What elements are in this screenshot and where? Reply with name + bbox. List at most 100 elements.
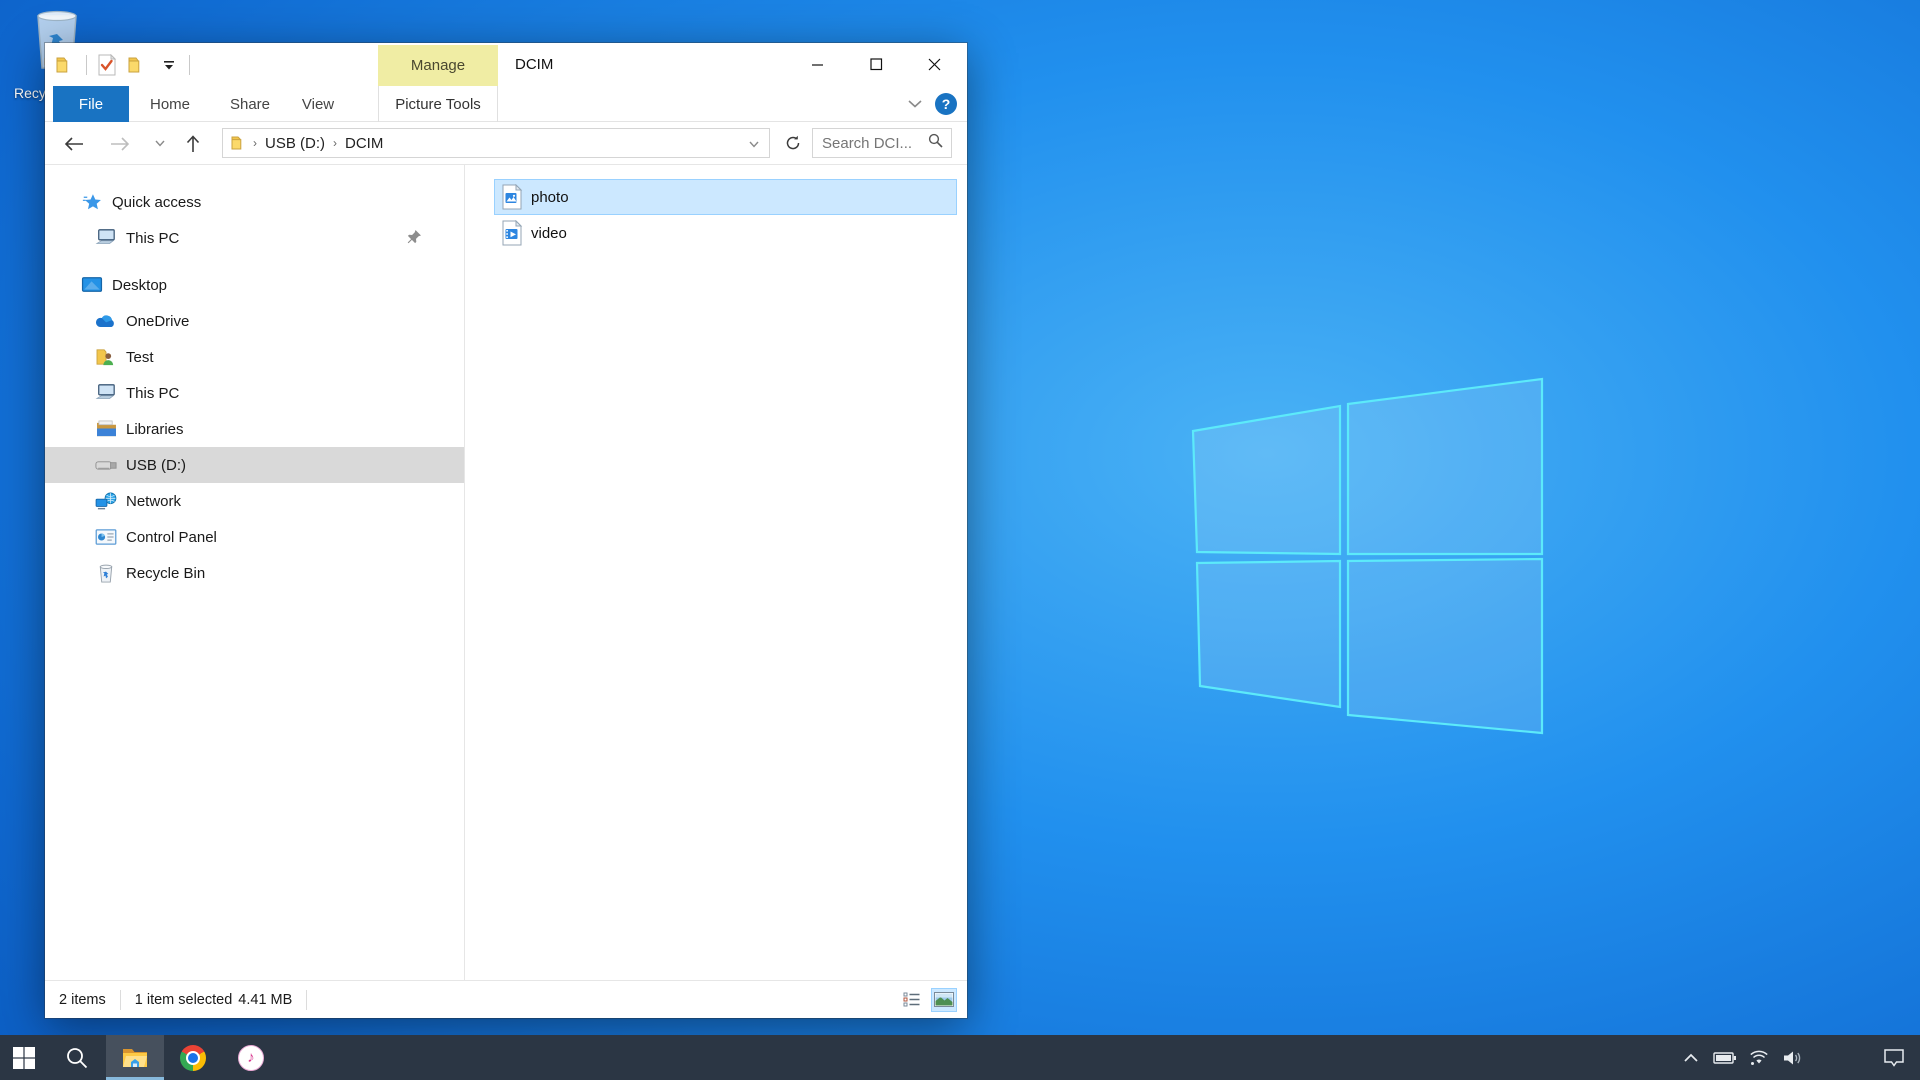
search-icon (65, 1046, 89, 1070)
taskbar-file-explorer-button[interactable] (106, 1035, 164, 1080)
sidebar-item-label: Network (126, 493, 181, 510)
explorer-content: Quick access This PC Desktop (45, 165, 967, 980)
taskbar-search-button[interactable] (48, 1035, 106, 1080)
sidebar-item-label: Control Panel (126, 529, 217, 546)
tab-home[interactable]: Home (141, 86, 199, 122)
file-explorer-icon (121, 1046, 149, 1070)
sidebar-item-recycle-bin[interactable]: Recycle Bin (45, 555, 464, 591)
onedrive-cloud-icon (95, 310, 117, 332)
minimize-button[interactable] (789, 43, 847, 86)
taskbar: ♪ (0, 1035, 1920, 1080)
maximize-button[interactable] (847, 43, 905, 86)
this-pc-icon (95, 227, 117, 249)
tray-expand-chevron-icon[interactable] (1674, 1035, 1708, 1080)
tab-share[interactable]: Share (217, 86, 283, 122)
manage-contextual-tab-header[interactable]: Manage (378, 45, 498, 86)
sidebar-item-quick-access[interactable]: Quick access (45, 184, 464, 220)
itunes-icon: ♪ (238, 1045, 264, 1071)
start-icon (12, 1046, 36, 1070)
system-tray (1674, 1035, 1920, 1080)
sidebar-item-label: This PC (126, 385, 179, 402)
quick-access-star-icon (81, 191, 103, 213)
details-view-button[interactable] (899, 988, 925, 1012)
action-center-icon[interactable] (1868, 1035, 1920, 1080)
tab-file[interactable]: File (53, 86, 129, 122)
breadcrumb-drive[interactable]: USB (D:) (261, 135, 329, 152)
expand-ribbon-chevron-icon[interactable] (907, 96, 923, 113)
battery-icon[interactable] (1708, 1035, 1742, 1080)
sidebar-group-gap (45, 256, 464, 267)
this-pc-icon (95, 382, 117, 404)
items-count: 2 items (45, 992, 120, 1008)
windows-logo-wallpaper (1185, 373, 1557, 743)
sidebar-item-label: Desktop (112, 277, 167, 294)
tab-picture-tools[interactable]: Picture Tools (378, 86, 498, 122)
close-button[interactable] (905, 43, 963, 86)
large-icons-view-button[interactable] (931, 988, 957, 1012)
sidebar-item-label: Libraries (126, 421, 184, 438)
taskbar-chrome-button[interactable] (164, 1035, 222, 1080)
image-file-icon (501, 184, 523, 210)
address-bar-row: › USB (D:) › DCIM (45, 122, 967, 165)
forward-button[interactable] (105, 122, 135, 165)
sidebar-item-this-pc-pinned[interactable]: This PC (45, 220, 464, 256)
search-box[interactable] (812, 128, 952, 158)
file-explorer-window: Manage DCIM File Home Share View Picture… (45, 43, 967, 1018)
refresh-button[interactable] (778, 128, 808, 158)
sidebar-item-label: Test (126, 349, 154, 366)
pin-icon (406, 229, 422, 249)
customize-qat-dropdown-icon[interactable] (158, 54, 180, 76)
navigation-pane: Quick access This PC Desktop (45, 165, 465, 980)
sidebar-item-network[interactable]: Network (45, 483, 464, 519)
chrome-icon (180, 1045, 206, 1071)
file-list: photo video (466, 165, 967, 980)
breadcrumb-chevron-icon: › (329, 136, 341, 150)
taskbar-itunes-button[interactable]: ♪ (222, 1035, 280, 1080)
selection-size: 4.41 MB (238, 992, 306, 1008)
file-item-photo[interactable]: photo (494, 179, 957, 215)
back-button[interactable] (59, 122, 89, 165)
breadcrumb-folder[interactable]: DCIM (341, 135, 387, 152)
sidebar-item-label: Recycle Bin (126, 565, 205, 582)
folder-icon[interactable] (127, 54, 149, 76)
tab-view[interactable]: View (291, 86, 345, 122)
sidebar-item-label: This PC (126, 230, 179, 247)
file-item-video[interactable]: video (494, 215, 957, 251)
toolbar-divider (189, 55, 190, 75)
ribbon-tab-row: File Home Share View Picture Tools ? (45, 86, 967, 122)
address-box[interactable]: › USB (D:) › DCIM (222, 128, 770, 158)
selection-count: 1 item selected (121, 992, 239, 1008)
search-icon[interactable] (928, 133, 951, 153)
status-divider (306, 990, 307, 1010)
recent-locations-chevron-icon[interactable] (149, 122, 171, 165)
file-name: photo (531, 189, 569, 206)
title-bar[interactable]: Manage DCIM (45, 43, 967, 86)
search-input[interactable] (813, 135, 928, 152)
volume-icon[interactable] (1776, 1035, 1810, 1080)
sidebar-item-label: OneDrive (126, 313, 189, 330)
user-folder-icon (95, 346, 117, 368)
sidebar-item-this-pc[interactable]: This PC (45, 375, 464, 411)
window-title: DCIM (515, 43, 553, 86)
sidebar-item-control-panel[interactable]: Control Panel (45, 519, 464, 555)
quick-access-toolbar (55, 43, 190, 86)
up-button[interactable] (178, 122, 208, 165)
address-dropdown-chevron-icon[interactable] (749, 135, 769, 152)
folder-icon[interactable] (55, 54, 77, 76)
wifi-icon[interactable] (1742, 1035, 1776, 1080)
help-button[interactable]: ? (935, 93, 957, 115)
sidebar-item-libraries[interactable]: Libraries (45, 411, 464, 447)
video-file-icon (501, 220, 523, 246)
recycle-bin-icon (95, 562, 117, 584)
address-folder-icon (223, 135, 249, 151)
network-icon (95, 490, 117, 512)
sidebar-item-onedrive[interactable]: OneDrive (45, 303, 464, 339)
apply-check-icon[interactable] (96, 54, 118, 76)
sidebar-item-test[interactable]: Test (45, 339, 464, 375)
sidebar-item-usb-d[interactable]: USB (D:) (45, 447, 464, 483)
sidebar-item-label: Quick access (112, 194, 201, 211)
usb-drive-icon (95, 454, 117, 476)
sidebar-item-desktop[interactable]: Desktop (45, 267, 464, 303)
libraries-icon (95, 418, 117, 440)
start-button[interactable] (0, 1035, 48, 1080)
